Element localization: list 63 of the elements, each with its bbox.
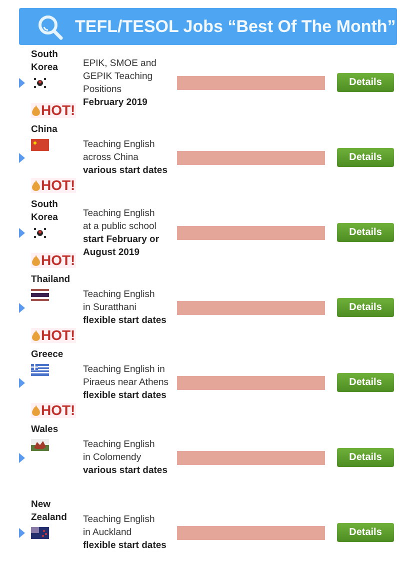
job-description: Teaching English: [83, 513, 156, 526]
hot-label: HOT!: [41, 402, 76, 418]
flame-icon: [32, 404, 40, 416]
expand-arrow-icon[interactable]: [19, 378, 25, 388]
start-dates: February 2019: [83, 96, 148, 108]
job-description: in Colomendy: [83, 451, 142, 464]
details-button[interactable]: Details: [337, 523, 394, 542]
flag-icon: [31, 526, 49, 538]
start-dates: various start dates: [83, 164, 168, 177]
job-description: Teaching English: [83, 206, 156, 220]
job-description: GEPIK Teaching: [83, 70, 154, 82]
search-icon: [37, 14, 63, 40]
flag-icon: [31, 364, 49, 376]
flame-icon: [32, 180, 40, 190]
expand-arrow-icon[interactable]: [19, 302, 25, 312]
start-dates: various start dates: [83, 464, 168, 477]
flag-icon: [31, 76, 49, 88]
start-dates: August 2019: [83, 246, 140, 258]
country-name: Greece: [31, 348, 64, 360]
details-button[interactable]: Details: [337, 73, 394, 92]
job-description: Piraeus near Athens: [83, 376, 170, 389]
hot-label: HOT!: [41, 328, 76, 342]
expand-arrow-icon[interactable]: [19, 452, 25, 462]
flame-icon: [32, 330, 40, 340]
flag-icon: [31, 226, 49, 238]
flag-icon: [31, 438, 49, 450]
job-description: in Auckland: [83, 526, 133, 539]
flag-icon: [31, 288, 49, 300]
start-dates: start February or: [83, 232, 160, 246]
job-description: Teaching English: [83, 288, 156, 301]
job-description: Teaching English in: [83, 363, 166, 376]
country-name: South Korea: [31, 48, 59, 74]
start-dates: flexible start dates: [83, 314, 168, 327]
details-button[interactable]: Details: [337, 148, 394, 167]
hot-label: HOT!: [41, 178, 76, 192]
job-description: at a public school: [83, 220, 158, 232]
expand-arrow-icon[interactable]: [19, 152, 25, 162]
country-name: Thailand: [31, 272, 72, 286]
job-description: Teaching English: [83, 138, 156, 151]
details-button[interactable]: Details: [337, 373, 394, 392]
start-dates: flexible start dates: [83, 389, 168, 402]
job-description: EPIK, SMOE and: [83, 56, 158, 70]
job-description: in Suratthani: [83, 301, 138, 314]
flame-icon: [32, 254, 40, 266]
details-button[interactable]: Details: [337, 298, 394, 317]
job-description: Positions: [83, 82, 123, 96]
start-dates: flexible start dates: [83, 539, 168, 552]
job-description: Teaching English: [83, 438, 156, 451]
country-name: Wales: [31, 422, 60, 436]
expand-arrow-icon[interactable]: [19, 78, 25, 88]
country-name: New Zealand: [31, 498, 68, 524]
job-description: across China: [83, 151, 140, 164]
country-name: South Korea: [31, 198, 59, 224]
flag-icon: [31, 138, 49, 150]
flame-icon: [32, 104, 40, 116]
expand-arrow-icon[interactable]: [19, 528, 25, 538]
country-name: China: [31, 122, 58, 136]
expand-arrow-icon[interactable]: [19, 228, 25, 238]
details-button[interactable]: Details: [337, 223, 394, 242]
details-button[interactable]: Details: [337, 448, 394, 467]
hot-label: HOT!: [41, 252, 76, 268]
hot-label: HOT!: [41, 102, 76, 118]
header-title: TEFL/TESOL Jobs “Best Of The Month”: [75, 16, 396, 36]
